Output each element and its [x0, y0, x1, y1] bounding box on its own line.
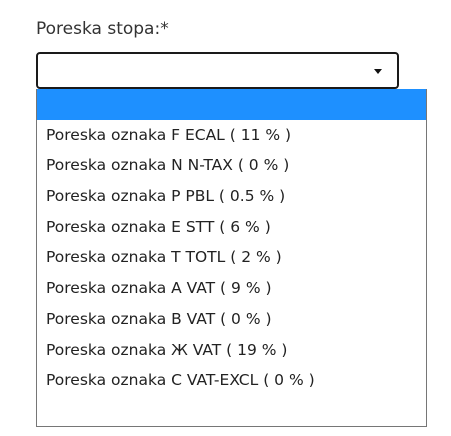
option-n-ntax[interactable]: Poreska oznaka N N-TAX ( 0 % ) — [37, 150, 426, 181]
option-zh-vat[interactable]: Poreska oznaka Ж VAT ( 19 % ) — [37, 335, 426, 366]
tax-rate-select[interactable] — [36, 52, 399, 89]
option-t-totl[interactable]: Poreska oznaka T TOTL ( 2 % ) — [37, 242, 426, 273]
option-b-vat[interactable]: Poreska oznaka B VAT ( 0 % ) — [37, 304, 426, 335]
option-a-vat[interactable]: Poreska oznaka A VAT ( 9 % ) — [37, 273, 426, 304]
triangle-down-icon[interactable] — [374, 69, 382, 74]
option-f-ecal[interactable]: Poreska oznaka F ECAL ( 11 % ) — [37, 120, 426, 151]
option-p-pbl[interactable]: Poreska oznaka P PBL ( 0.5 % ) — [37, 181, 426, 212]
option-empty[interactable] — [37, 89, 426, 120]
option-c-vat-excl[interactable]: Poreska oznaka C VAT-EXCL ( 0 % ) — [37, 365, 426, 396]
tax-rate-options-list: Poreska oznaka F ECAL ( 11 % ) Poreska o… — [36, 89, 427, 427]
tax-rate-label: Poreska stopa:* — [36, 19, 169, 39]
option-e-stt[interactable]: Poreska oznaka E STT ( 6 % ) — [37, 212, 426, 243]
